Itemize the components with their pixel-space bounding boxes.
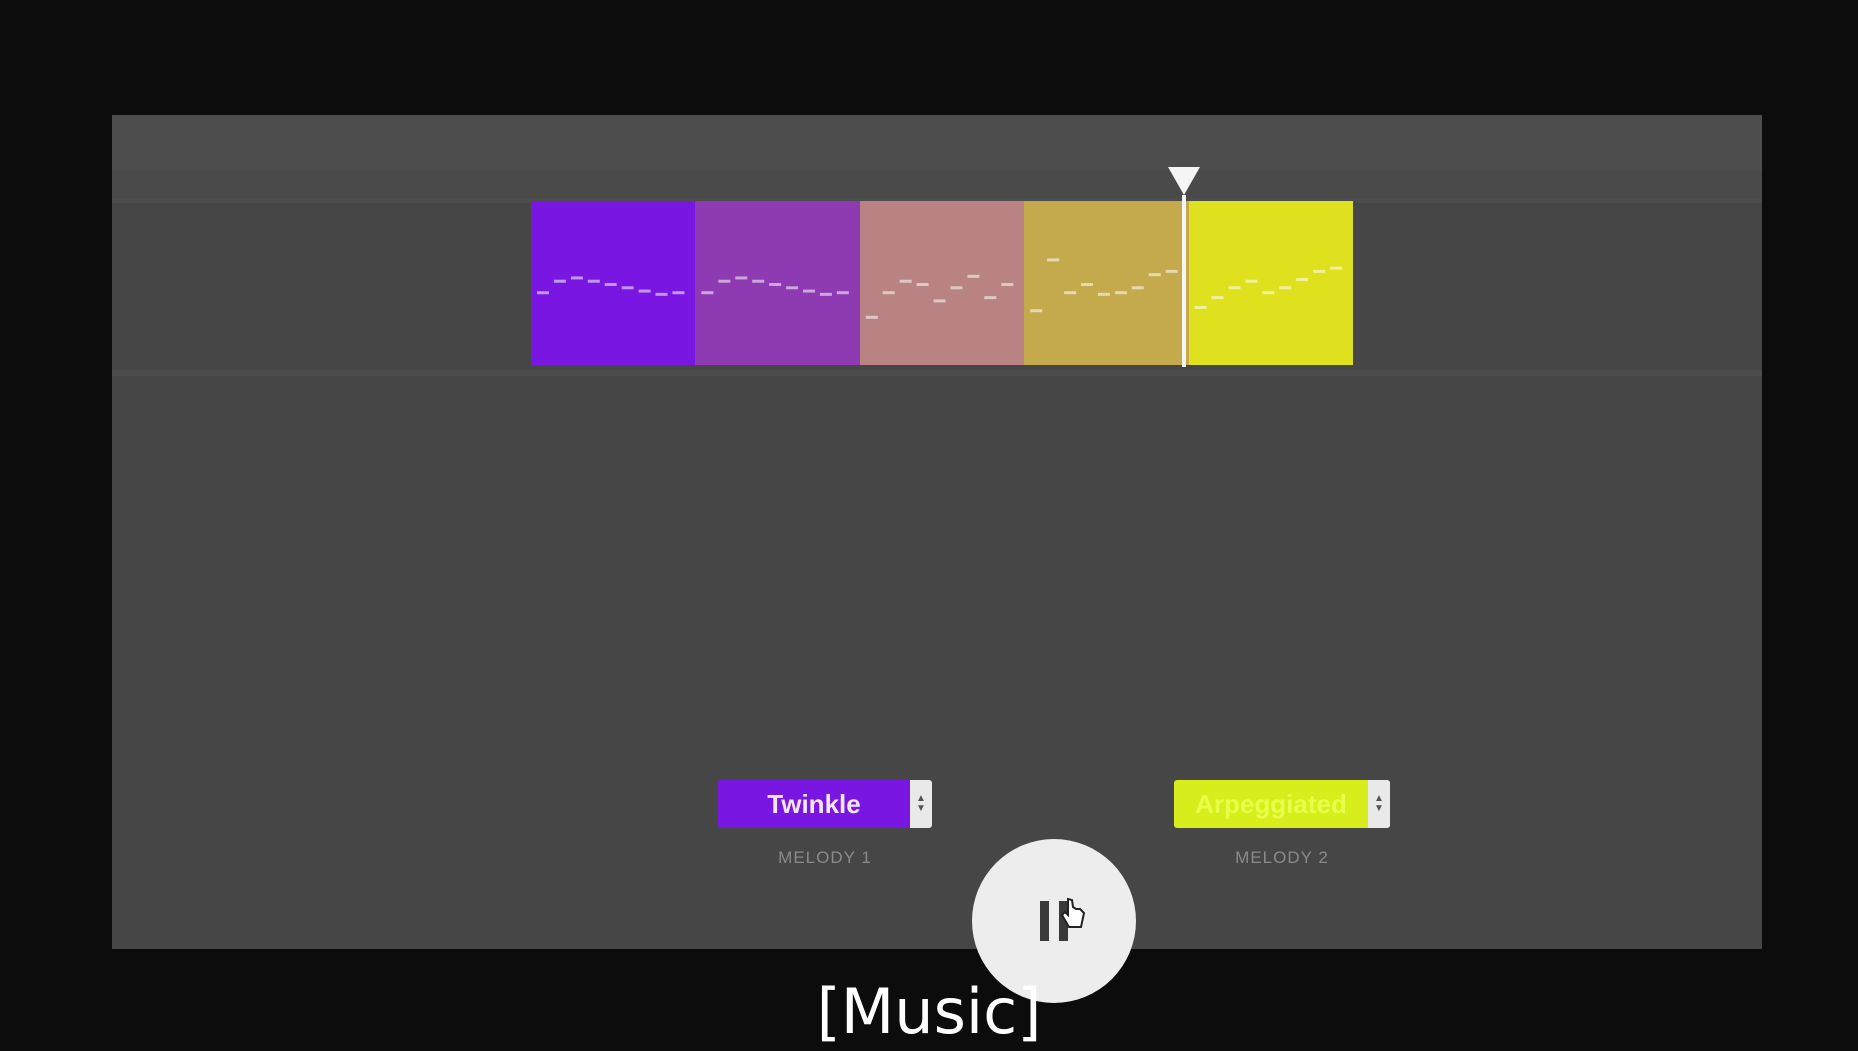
track-divider (112, 171, 1762, 199)
playhead-line[interactable] (1182, 195, 1187, 367)
stepper-arrows-icon[interactable]: ▲ ▼ (1368, 780, 1390, 828)
timeline-segment[interactable] (1024, 201, 1189, 365)
subtitle-caption: [Music] (816, 975, 1042, 1048)
track-divider (112, 370, 1762, 376)
melody1-value: Twinkle (767, 788, 861, 819)
timeline-segment[interactable] (1188, 201, 1354, 365)
melody2-select[interactable]: Arpeggiated ▲ ▼ (1174, 780, 1390, 828)
melody2-value: Arpeggiated (1195, 788, 1347, 819)
melody-timeline[interactable] (531, 201, 1354, 365)
player-frame: Twinkle ▲ ▼ MELODY 1 Arpeggiated ▲ ▼ MELOD… (112, 115, 1762, 1003)
melody1-caption: MELODY 1 (778, 848, 872, 867)
timeline-segment[interactable] (531, 201, 696, 365)
melody2-caption: MELODY 2 (1235, 848, 1329, 867)
timeline-segment[interactable] (859, 201, 1025, 365)
timeline-segment[interactable] (695, 201, 860, 365)
playhead-marker-icon[interactable] (1168, 167, 1201, 195)
hand-cursor-icon (1060, 897, 1086, 928)
timeline-track-band (112, 115, 1762, 203)
melody1-select[interactable]: Twinkle ▲ ▼ (718, 780, 932, 828)
stepper-arrows-icon[interactable]: ▲ ▼ (910, 780, 932, 828)
